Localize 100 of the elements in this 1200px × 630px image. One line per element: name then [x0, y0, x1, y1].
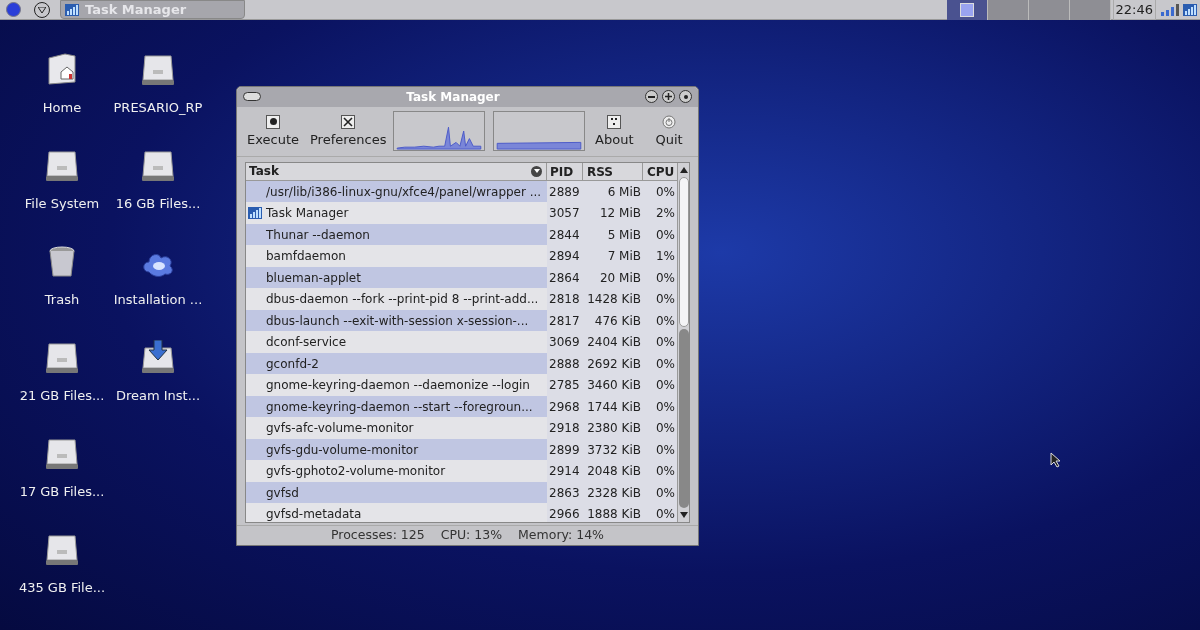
- pid-cell-text: 2785: [548, 377, 581, 395]
- desktop-icon-label[interactable]: 435 GB File...: [18, 578, 106, 598]
- task-name: bamfdaemon: [266, 248, 346, 266]
- hard-drive-icon: [45, 150, 79, 182]
- window-title: Task Manager: [405, 89, 501, 106]
- status-text: CPU: 13%: [440, 526, 503, 545]
- task-name: gvfs-afc-volume-monitor: [266, 420, 414, 438]
- clock[interactable]: 22:46: [1112, 0, 1156, 21]
- cpu-cell-text: 0%: [654, 226, 676, 244]
- pid-cell-text: 2918: [548, 420, 581, 438]
- task-name: gvfs-gphoto2-volume-monitor: [266, 463, 446, 481]
- task-name: Thunar --daemon: [266, 226, 370, 244]
- hard-drive-icon: [45, 342, 79, 374]
- cpu-cell-text: 0%: [654, 377, 676, 395]
- toolbar-button[interactable]: Quit: [651, 114, 687, 148]
- cpu-cell-text: 0%: [654, 506, 676, 523]
- cpu-cell-text: 0%: [654, 334, 676, 352]
- minimize-icon[interactable]: [645, 90, 658, 104]
- status-text: Memory: 14%: [518, 526, 604, 545]
- pid-cell-text: 2894: [548, 248, 581, 266]
- task-name: blueman-applet: [266, 269, 361, 287]
- pid-cell-text: 2888: [548, 355, 581, 373]
- pid-cell-text: 2818: [548, 291, 581, 309]
- task-name: gvfs-gdu-volume-monitor: [266, 441, 419, 459]
- pid-cell-text: 2817: [548, 312, 581, 330]
- pid-cell-text: 2863: [548, 484, 581, 502]
- rss-cell-text: 6 MiB: [606, 183, 642, 201]
- cpu-cell-text: 2%: [654, 205, 676, 223]
- cpu-cell-text: 0%: [654, 463, 676, 481]
- scroll-down-icon[interactable]: [679, 512, 688, 519]
- rss-cell-text: 12 MiB: [599, 205, 642, 223]
- pid-cell-text: 2966: [548, 506, 581, 523]
- chart-icon: [248, 207, 262, 220]
- task-name: dconf-service: [266, 334, 347, 352]
- column-header[interactable]: RSS: [583, 162, 643, 180]
- workspace-button[interactable]: [946, 0, 988, 20]
- cpu-cell-text: 1%: [654, 248, 676, 266]
- chart-icon: [65, 3, 79, 16]
- pid-cell-text: 2844: [548, 226, 581, 244]
- desktop-icon-label[interactable]: 16 GB Files...: [115, 194, 201, 214]
- sort-icon: [531, 165, 542, 177]
- hard-drive-icon: [141, 54, 175, 86]
- pid-cell-text: 2889: [548, 183, 581, 201]
- rss-cell-text: 3460 KiB: [586, 377, 642, 395]
- rss-cell-text: 2328 KiB: [586, 484, 642, 502]
- toolbar-button[interactable]: About: [591, 114, 638, 148]
- close-icon[interactable]: [679, 90, 692, 104]
- status-text: Processes: 125: [331, 526, 425, 545]
- folder-home-icon: [47, 52, 77, 86]
- hard-drive-icon: [45, 438, 79, 470]
- menu-orb-icon[interactable]: [6, 2, 21, 17]
- mouse-pointer-icon: [1050, 452, 1062, 468]
- dots-icon: [607, 114, 622, 129]
- column-header[interactable]: CPU: [643, 162, 677, 180]
- desktop-icon-label[interactable]: Installation ...: [113, 290, 203, 310]
- pid-cell-text: 2914: [548, 463, 581, 481]
- rss-cell-text: 476 KiB: [593, 312, 642, 330]
- hard-drive-icon: [141, 150, 175, 182]
- scroll-up-icon[interactable]: [679, 166, 688, 173]
- scrollbar[interactable]: [677, 162, 689, 523]
- desktop-icon-label[interactable]: File System: [24, 194, 100, 214]
- column-header[interactable]: Task: [246, 162, 547, 180]
- toolbar-button[interactable]: Execute: [243, 114, 303, 148]
- rss-cell-text: 2404 KiB: [586, 334, 642, 352]
- task-name: gvfsd: [266, 484, 299, 502]
- desktop-icon-label[interactable]: PRESARIO_RP: [113, 98, 203, 118]
- desktop-icon-label[interactable]: Home: [42, 98, 82, 118]
- desktop-icon-label[interactable]: 21 GB Files...: [19, 386, 105, 406]
- task-name: gnome-keyring-daemon --daemonize --login: [266, 377, 530, 395]
- task-name: /usr/lib/i386-linux-gnu/xfce4/panel/wrapper ...: [266, 183, 542, 201]
- drive-download-icon: [141, 340, 175, 374]
- task-name: gconfd-2: [266, 355, 319, 373]
- window-menu-icon[interactable]: [243, 92, 261, 102]
- cpu-cell-text: 0%: [654, 398, 676, 416]
- cpu-cell-text: 0%: [654, 484, 676, 502]
- cpu-cell-text: 0%: [654, 312, 676, 330]
- maximize-icon[interactable]: [662, 90, 675, 104]
- cpu-cell-text: 0%: [654, 183, 676, 201]
- rss-cell-text: 1888 KiB: [586, 506, 642, 523]
- cpu-cell-text: 0%: [654, 269, 676, 287]
- desktop-icon-label[interactable]: Trash: [44, 290, 80, 310]
- rss-cell-text: 20 MiB: [599, 269, 642, 287]
- rss-cell-text: 1428 KiB: [586, 291, 642, 309]
- cpu-cell-text: 0%: [654, 355, 676, 373]
- cpu-cell-text: 0%: [654, 291, 676, 309]
- task-name: dbus-daemon --fork --print-pid 8 --print-add...: [266, 291, 539, 309]
- cpu-cell-text: 0%: [654, 420, 676, 438]
- column-header[interactable]: PID: [547, 162, 583, 180]
- desktop-icon-label[interactable]: 17 GB Files...: [19, 482, 105, 502]
- desktop-icon-label[interactable]: Dream Inst...: [115, 386, 201, 406]
- task-name: Task Manager: [266, 205, 349, 223]
- rss-cell-text: 2380 KiB: [586, 420, 642, 438]
- chart-icon: [1183, 3, 1197, 16]
- toolbar-button[interactable]: Preferences: [306, 114, 391, 148]
- pid-cell-text: 2968: [548, 398, 581, 416]
- pid-cell-text: 3057: [548, 205, 581, 223]
- signal-icon[interactable]: [1160, 2, 1180, 17]
- hard-drive-icon: [45, 534, 79, 566]
- rss-cell-text: 5 MiB: [606, 226, 642, 244]
- power-icon: [662, 114, 677, 129]
